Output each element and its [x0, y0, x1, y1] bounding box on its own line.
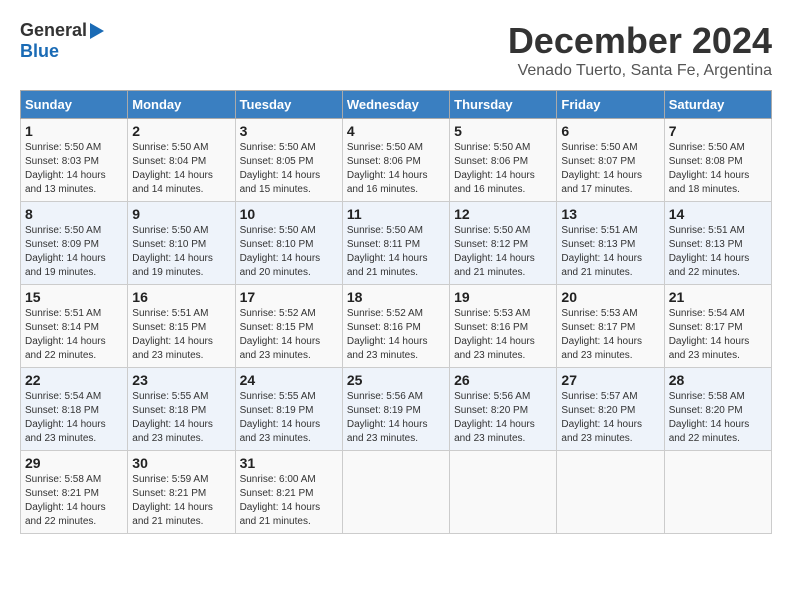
logo: General Blue: [20, 20, 104, 62]
calendar-empty-cell: [450, 451, 557, 534]
calendar-day-19: 19Sunrise: 5:53 AMSunset: 8:16 PMDayligh…: [450, 285, 557, 368]
weekday-header-saturday: Saturday: [664, 91, 771, 119]
calendar-week-2: 8Sunrise: 5:50 AMSunset: 8:09 PMDaylight…: [21, 202, 772, 285]
calendar-day-3: 3Sunrise: 5:50 AMSunset: 8:05 PMDaylight…: [235, 119, 342, 202]
calendar-day-30: 30Sunrise: 5:59 AMSunset: 8:21 PMDayligh…: [128, 451, 235, 534]
logo-blue: Blue: [20, 41, 59, 61]
calendar-day-17: 17Sunrise: 5:52 AMSunset: 8:15 PMDayligh…: [235, 285, 342, 368]
calendar-day-13: 13Sunrise: 5:51 AMSunset: 8:13 PMDayligh…: [557, 202, 664, 285]
page-header: General Blue December 2024 Venado Tuerto…: [20, 20, 772, 80]
calendar-day-1: 1Sunrise: 5:50 AMSunset: 8:03 PMDaylight…: [21, 119, 128, 202]
calendar-table: SundayMondayTuesdayWednesdayThursdayFrid…: [20, 90, 772, 534]
calendar-day-6: 6Sunrise: 5:50 AMSunset: 8:07 PMDaylight…: [557, 119, 664, 202]
calendar-day-11: 11Sunrise: 5:50 AMSunset: 8:11 PMDayligh…: [342, 202, 449, 285]
calendar-day-25: 25Sunrise: 5:56 AMSunset: 8:19 PMDayligh…: [342, 368, 449, 451]
weekday-header-wednesday: Wednesday: [342, 91, 449, 119]
title-block: December 2024 Venado Tuerto, Santa Fe, A…: [508, 20, 772, 80]
weekday-header-friday: Friday: [557, 91, 664, 119]
calendar-day-15: 15Sunrise: 5:51 AMSunset: 8:14 PMDayligh…: [21, 285, 128, 368]
calendar-day-27: 27Sunrise: 5:57 AMSunset: 8:20 PMDayligh…: [557, 368, 664, 451]
calendar-empty-cell: [557, 451, 664, 534]
calendar-day-9: 9Sunrise: 5:50 AMSunset: 8:10 PMDaylight…: [128, 202, 235, 285]
calendar-day-14: 14Sunrise: 5:51 AMSunset: 8:13 PMDayligh…: [664, 202, 771, 285]
calendar-week-1: 1Sunrise: 5:50 AMSunset: 8:03 PMDaylight…: [21, 119, 772, 202]
calendar-day-20: 20Sunrise: 5:53 AMSunset: 8:17 PMDayligh…: [557, 285, 664, 368]
calendar-day-16: 16Sunrise: 5:51 AMSunset: 8:15 PMDayligh…: [128, 285, 235, 368]
calendar-day-12: 12Sunrise: 5:50 AMSunset: 8:12 PMDayligh…: [450, 202, 557, 285]
calendar-day-5: 5Sunrise: 5:50 AMSunset: 8:06 PMDaylight…: [450, 119, 557, 202]
calendar-empty-cell: [342, 451, 449, 534]
main-title: December 2024: [508, 20, 772, 62]
weekday-header-tuesday: Tuesday: [235, 91, 342, 119]
weekday-header-thursday: Thursday: [450, 91, 557, 119]
calendar-day-7: 7Sunrise: 5:50 AMSunset: 8:08 PMDaylight…: [664, 119, 771, 202]
calendar-empty-cell: [664, 451, 771, 534]
calendar-week-4: 22Sunrise: 5:54 AMSunset: 8:18 PMDayligh…: [21, 368, 772, 451]
calendar-day-26: 26Sunrise: 5:56 AMSunset: 8:20 PMDayligh…: [450, 368, 557, 451]
calendar-week-5: 29Sunrise: 5:58 AMSunset: 8:21 PMDayligh…: [21, 451, 772, 534]
calendar-day-28: 28Sunrise: 5:58 AMSunset: 8:20 PMDayligh…: [664, 368, 771, 451]
calendar-day-4: 4Sunrise: 5:50 AMSunset: 8:06 PMDaylight…: [342, 119, 449, 202]
logo-icon: [90, 23, 104, 39]
calendar-week-3: 15Sunrise: 5:51 AMSunset: 8:14 PMDayligh…: [21, 285, 772, 368]
calendar-day-8: 8Sunrise: 5:50 AMSunset: 8:09 PMDaylight…: [21, 202, 128, 285]
calendar-day-10: 10Sunrise: 5:50 AMSunset: 8:10 PMDayligh…: [235, 202, 342, 285]
calendar-day-21: 21Sunrise: 5:54 AMSunset: 8:17 PMDayligh…: [664, 285, 771, 368]
calendar-day-22: 22Sunrise: 5:54 AMSunset: 8:18 PMDayligh…: [21, 368, 128, 451]
calendar-day-24: 24Sunrise: 5:55 AMSunset: 8:19 PMDayligh…: [235, 368, 342, 451]
weekday-header-sunday: Sunday: [21, 91, 128, 119]
logo-general: General: [20, 20, 87, 41]
calendar-day-31: 31Sunrise: 6:00 AMSunset: 8:21 PMDayligh…: [235, 451, 342, 534]
subtitle: Venado Tuerto, Santa Fe, Argentina: [508, 62, 772, 80]
calendar-day-29: 29Sunrise: 5:58 AMSunset: 8:21 PMDayligh…: [21, 451, 128, 534]
weekday-header-monday: Monday: [128, 91, 235, 119]
calendar-day-2: 2Sunrise: 5:50 AMSunset: 8:04 PMDaylight…: [128, 119, 235, 202]
calendar-header-row: SundayMondayTuesdayWednesdayThursdayFrid…: [21, 91, 772, 119]
calendar-day-23: 23Sunrise: 5:55 AMSunset: 8:18 PMDayligh…: [128, 368, 235, 451]
calendar-day-18: 18Sunrise: 5:52 AMSunset: 8:16 PMDayligh…: [342, 285, 449, 368]
